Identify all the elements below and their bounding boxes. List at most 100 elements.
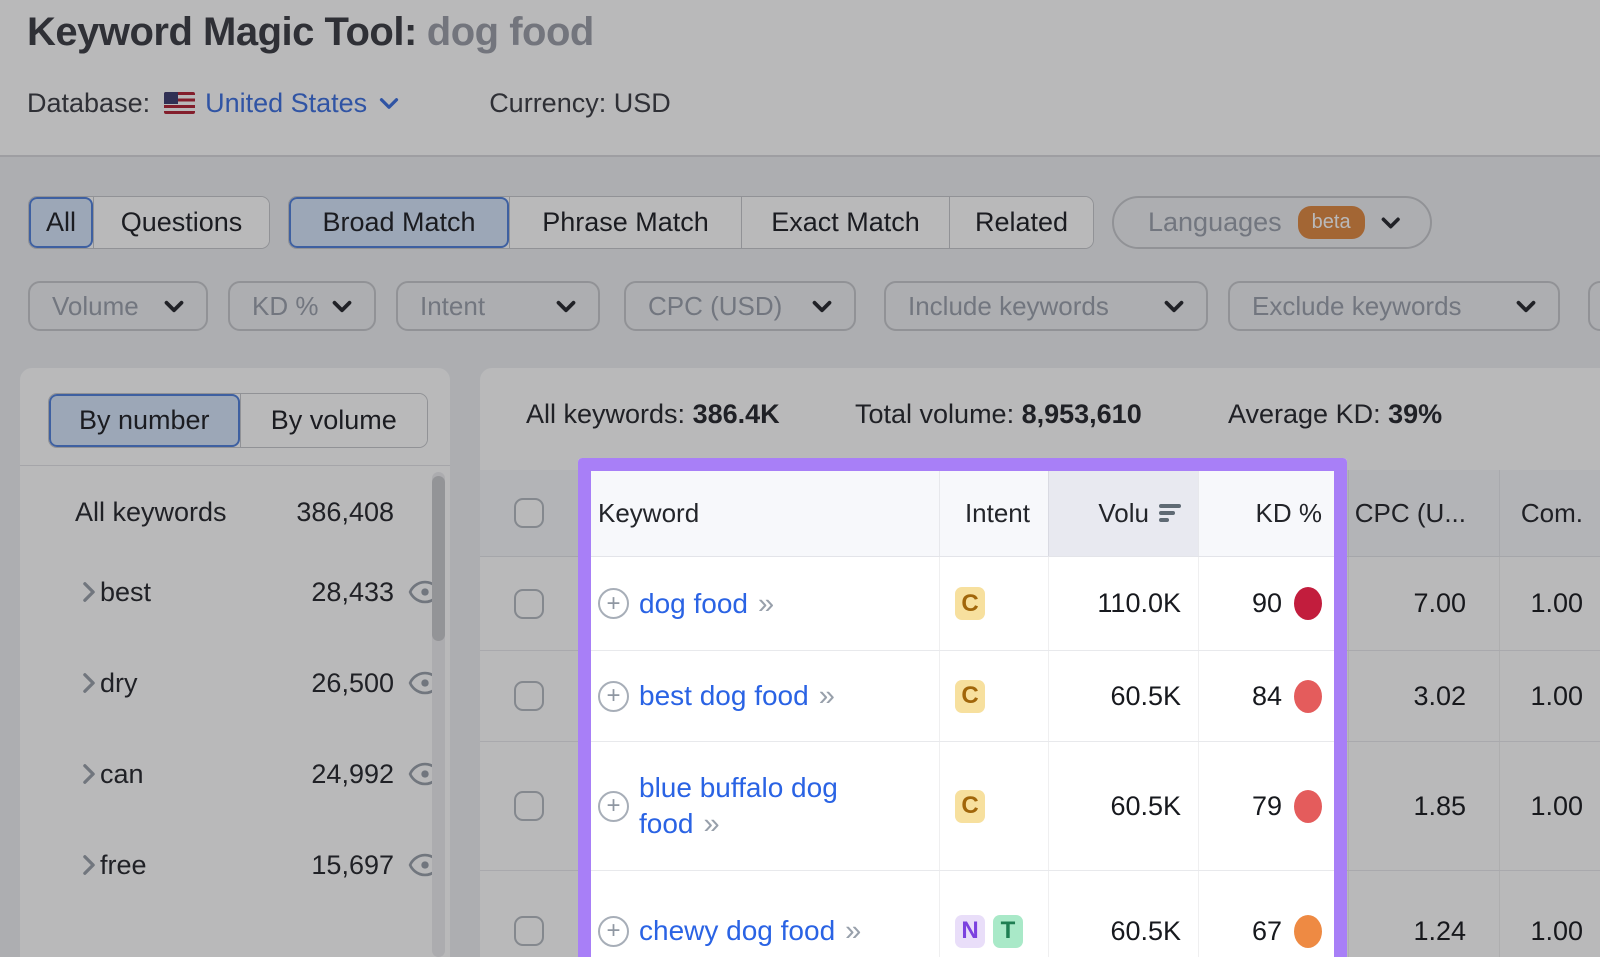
group-count: 15,697 [311,850,394,881]
kd-value: 84 [1252,681,1282,712]
group-row-dry[interactable]: dry 26,500 [20,655,450,711]
filter-volume-label: Volume [52,291,139,322]
keyword-link[interactable]: chewy dog food [639,915,835,946]
row-checkbox[interactable] [514,916,544,946]
keyword-link[interactable]: dog food [639,588,748,619]
keyword-link[interactable]: best dog food [639,680,809,711]
add-keyword-icon[interactable]: + [598,588,629,619]
currency-label: Currency: [489,88,606,118]
beta-badge: beta [1298,206,1365,239]
all-keywords-label: All keywords [75,497,227,528]
chevron-down-icon [1164,300,1184,313]
table-header-row: Keyword Intent Volu KD % CPC (U... Com. [480,470,1600,557]
chevron-down-icon [556,300,576,313]
keyword-link[interactable]: blue buffalo dog food [639,772,838,839]
intent-badge-commercial: C [955,790,985,823]
filter-partial[interactable] [1588,281,1600,331]
com-value: 1.00 [1530,588,1583,619]
kd-dot [1294,587,1322,620]
us-flag-icon [164,92,195,114]
filter-volume[interactable]: Volume [28,281,208,331]
toggle-by-volume[interactable]: By volume [240,394,428,447]
open-keyword-icon[interactable]: » [845,915,861,947]
chevron-down-icon [379,97,399,110]
top-header: Keyword Magic Tool:dog food Database: Un… [0,0,1600,155]
cpc-value: 3.02 [1413,681,1466,712]
cpc-value: 1.24 [1413,916,1466,947]
group-label: dry [100,668,138,699]
tab-all[interactable]: All [29,197,93,248]
page-title-query: dog food [427,10,594,54]
filter-cpc[interactable]: CPC (USD) [624,281,856,331]
kd-dot [1294,915,1322,948]
database-select[interactable]: United States [205,88,399,119]
row-checkbox[interactable] [514,791,544,821]
keyword-groups-panel: By number By volume All keywords 386,408… [20,368,450,957]
table-row: + chewy dog food» N T 60.5K 67 1.24 1.00 [480,871,1600,957]
tab-group-match-types: Broad Match Phrase Match Exact Match Rel… [288,196,1094,249]
table-row: + best dog food» C 60.5K 84 3.02 1.00 [480,651,1600,742]
select-all-checkbox[interactable] [514,498,544,528]
page-title-text: Keyword Magic Tool: [27,10,417,54]
filter-include-label: Include keywords [908,291,1109,322]
cpc-value: 1.85 [1413,791,1466,822]
tab-broad-match[interactable]: Broad Match [289,197,509,248]
column-header-cpc[interactable]: CPC (U... [1348,470,1499,556]
intent-badge-commercial: C [955,587,985,620]
group-label: free [100,850,147,881]
chevron-down-icon [812,300,832,313]
intent-badge-commercial: C [955,680,985,713]
open-keyword-icon[interactable]: » [819,680,835,712]
open-keyword-icon[interactable]: » [758,588,774,620]
chevron-right-icon [82,763,96,785]
chevron-down-icon [1516,300,1536,313]
languages-label: Languages [1148,207,1282,238]
group-row-best[interactable]: best 28,433 [20,564,450,620]
column-header-com[interactable]: Com. [1499,470,1600,556]
tab-exact-match[interactable]: Exact Match [741,197,949,248]
filter-include-keywords[interactable]: Include keywords [884,281,1208,331]
group-label: can [100,759,144,790]
summary-total-volume: Total volume: 8,953,610 [855,399,1142,430]
group-count: 24,992 [311,759,394,790]
languages-dropdown[interactable]: Languages beta [1112,196,1432,249]
com-value: 1.00 [1530,916,1583,947]
filter-cpc-label: CPC (USD) [648,291,782,322]
intent-badge-transactional: T [993,915,1023,948]
row-checkbox[interactable] [514,681,544,711]
row-checkbox[interactable] [514,589,544,619]
tab-group-all-questions: All Questions [28,196,270,249]
toggle-by-number[interactable]: By number [49,394,240,447]
filter-intent-label: Intent [420,291,485,322]
volume-value: 60.5K [1110,681,1181,712]
column-header-intent[interactable]: Intent [939,470,1048,556]
filter-exclude-keywords[interactable]: Exclude keywords [1228,281,1560,331]
database-label: Database: [27,88,150,119]
group-row-can[interactable]: can 24,992 [20,746,450,802]
column-header-kd[interactable]: KD % [1198,470,1348,556]
add-keyword-icon[interactable]: + [598,791,629,822]
group-row-free[interactable]: free 15,697 [20,837,450,893]
sidebar-scrollbar-thumb[interactable] [432,476,445,641]
page-title: Keyword Magic Tool:dog food [27,10,594,55]
tab-questions[interactable]: Questions [93,197,269,248]
filter-kd[interactable]: KD % [228,281,376,331]
tab-phrase-match[interactable]: Phrase Match [509,197,741,248]
all-keywords-row[interactable]: All keywords 386,408 [20,484,450,540]
table-row: + dog food » C 110.0K 90 7.00 1.00 [480,557,1600,651]
open-keyword-icon[interactable]: » [704,808,720,840]
kd-value: 67 [1252,916,1282,947]
cpc-value: 7.00 [1413,588,1466,619]
summary-all-keywords: All keywords: 386.4K [526,399,780,430]
chevron-right-icon [82,672,96,694]
kd-value: 90 [1252,588,1282,619]
chevron-down-icon [1381,216,1400,230]
add-keyword-icon[interactable]: + [598,916,629,947]
volume-value: 110.0K [1097,588,1181,619]
chevron-down-icon [164,300,184,313]
tab-related[interactable]: Related [949,197,1093,248]
add-keyword-icon[interactable]: + [598,681,629,712]
column-header-volume[interactable]: Volu [1048,470,1198,556]
filter-intent[interactable]: Intent [396,281,600,331]
column-header-keyword[interactable]: Keyword [578,470,939,556]
